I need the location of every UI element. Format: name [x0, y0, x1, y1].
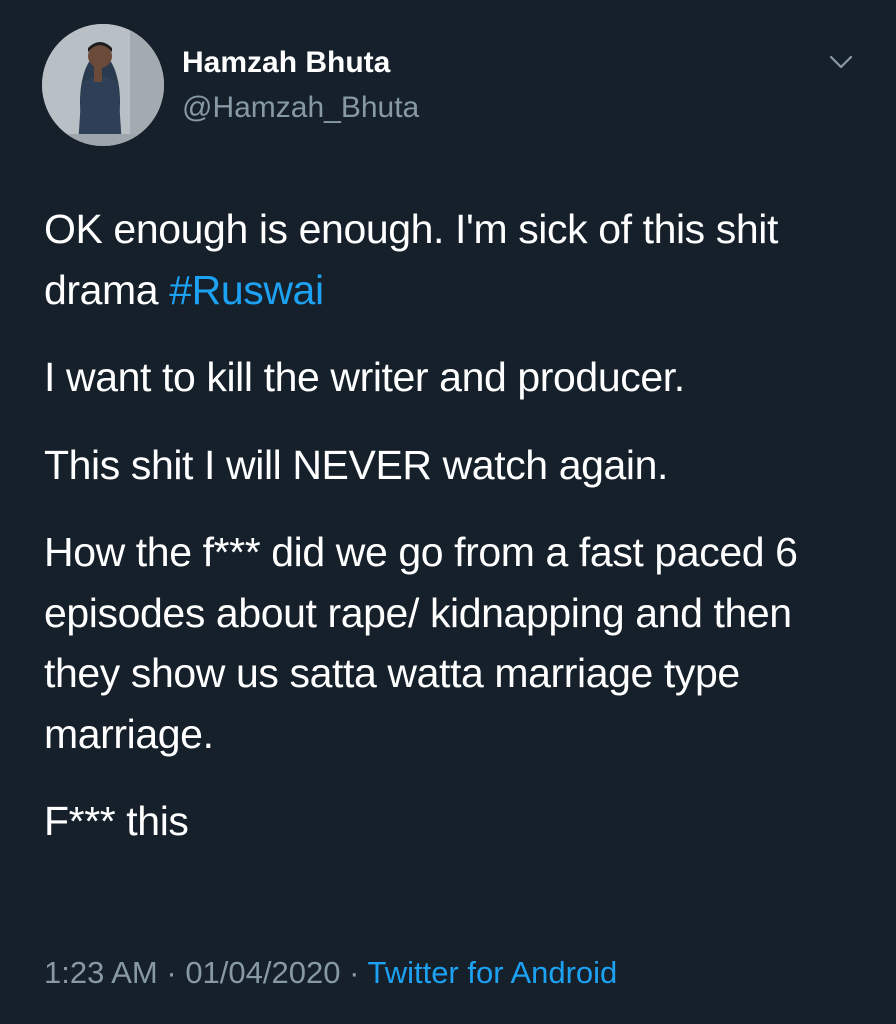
tweet-text: OK enough is enough. I'm sick of this sh… [44, 199, 864, 879]
tweet-line-text: OK enough is enough. I'm sick of this sh… [44, 206, 778, 313]
user-handle[interactable]: @Hamzah_Bhuta [182, 90, 419, 126]
source-link[interactable]: Twitter for Android [367, 955, 617, 990]
tweet-metadata: 1:23 AM · 01/04/2020 · Twitter for Andro… [44, 953, 617, 993]
tweet-time[interactable]: 1:23 AM [44, 955, 158, 990]
chevron-down-icon[interactable] [826, 50, 856, 74]
tweet-paragraph: I want to kill the writer and producer. [44, 354, 685, 400]
tweet-paragraph: How the f*** did we go from a fast paced… [44, 529, 798, 757]
separator: · [157, 955, 186, 990]
tweet-date[interactable]: 01/04/2020 [185, 955, 340, 990]
profile-photo-icon [42, 24, 164, 146]
hashtag-link[interactable]: #Ruswai [169, 267, 324, 313]
tweet-paragraph: F*** this [44, 798, 189, 844]
avatar[interactable] [42, 24, 164, 146]
tweet-paragraph: OK enough is enough. I'm sick of this sh… [44, 199, 864, 320]
tweet-paragraph: This shit I will NEVER watch again. [44, 441, 669, 488]
separator: · [340, 955, 368, 990]
display-name[interactable]: Hamzah Bhuta [182, 45, 390, 81]
